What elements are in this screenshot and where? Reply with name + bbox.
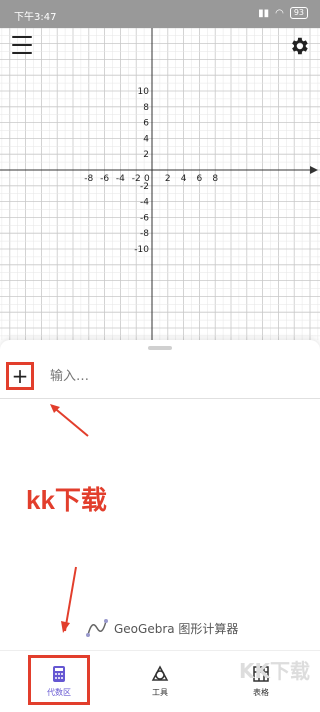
algebra-input[interactable]: [48, 368, 302, 385]
battery-indicator: 93: [289, 7, 308, 19]
y-tick-label: 10: [138, 87, 150, 97]
status-icons: ▮▮ ◠ 93: [258, 7, 308, 19]
status-time: 下午3:47: [14, 12, 57, 23]
nav-label: 表格: [253, 688, 269, 697]
annotation-arrow-down-icon: [61, 566, 77, 633]
nav-label: 代数区: [47, 688, 71, 697]
annotation-text: kk下载: [26, 485, 107, 515]
graphing-view[interactable]: -8 -6 -4 -2 0 2 4 6 8 10 8 6 4 2 -2 -4 -6 -8 -10: [0, 0, 320, 340]
calculator-icon: [53, 666, 65, 682]
x-tick-label: -6: [100, 174, 109, 184]
tools-icon: [151, 665, 169, 681]
app-name: GeoGebra 图形计算器: [114, 621, 239, 636]
bottom-navigation: 代数区 工具 表格 KK下载: [0, 650, 320, 712]
y-tick-label: 2: [143, 150, 149, 160]
signal-icon: ▮▮: [258, 7, 270, 19]
geogebra-branding: GeoGebra 图形计算器: [86, 619, 238, 637]
x-axis-arrow-icon: [310, 166, 318, 174]
y-tick-label: 4: [143, 134, 149, 144]
x-tick-label: 8: [212, 174, 218, 184]
wifi-icon: ◠: [275, 7, 284, 19]
x-tick-label: 2: [165, 174, 171, 184]
menu-button[interactable]: [12, 36, 32, 54]
nav-tools-tab[interactable]: 工具: [107, 651, 213, 712]
y-tick-label: -6: [140, 213, 149, 223]
y-tick-label: -4: [140, 198, 149, 208]
x-tick-label: 4: [181, 174, 187, 184]
x-tick-label: 6: [197, 174, 203, 184]
watermark-logo: KK下载: [239, 659, 310, 683]
algebra-input-row[interactable]: +: [0, 360, 320, 399]
algebra-panel: + kk下载 GeoGebra 图形计算器: [0, 340, 320, 650]
graph-canvas[interactable]: -8 -6 -4 -2 0 2 4 6 8108642-2-4-6-8-10: [0, 0, 320, 340]
status-bar: 下午3:47 ▮▮ ◠ 93: [0, 0, 320, 28]
annotation-arrow-icon: [50, 404, 89, 437]
nav-label: 工具: [152, 688, 168, 697]
y-tick-label: 6: [143, 119, 149, 129]
y-tick-label: -8: [140, 229, 149, 239]
x-tick-label: -4: [116, 174, 125, 184]
nav-algebra-tab[interactable]: 代数区: [6, 651, 112, 712]
geogebra-logo-icon: [86, 619, 108, 637]
y-tick-label: 8: [143, 103, 149, 113]
x-tick-label: -8: [84, 174, 93, 184]
y-tick-label: -2: [140, 182, 149, 192]
y-tick-label: -10: [134, 245, 149, 255]
settings-gear-icon[interactable]: [288, 35, 310, 57]
drag-handle[interactable]: [148, 346, 172, 350]
add-item-button[interactable]: +: [6, 362, 34, 390]
